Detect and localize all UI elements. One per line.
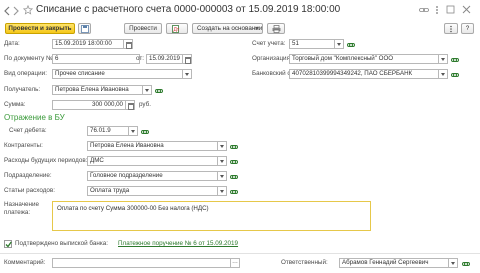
account-dropdown-icon[interactable]	[335, 39, 344, 49]
responsible-link-icon[interactable]	[461, 259, 470, 267]
organization-field[interactable]: Торговый дом "Комплексный" ООО	[289, 54, 439, 64]
calendar-icon[interactable]	[124, 39, 133, 49]
bank-confirmed-checkbox[interactable]	[4, 240, 12, 248]
purpose-label-line2: платежа:	[4, 209, 31, 216]
create-based-on-button[interactable]: Создать на основании	[192, 23, 263, 34]
help-button[interactable]: ?	[461, 23, 474, 34]
print-button[interactable]	[267, 23, 285, 34]
operation-type-dropdown-icon[interactable]	[183, 69, 192, 79]
organization-label: Организация:	[252, 55, 292, 62]
bank-account-link-icon[interactable]	[450, 70, 459, 78]
close-icon[interactable]	[462, 5, 471, 14]
favorite-star-icon[interactable]	[22, 4, 34, 15]
division-dropdown-icon[interactable]	[218, 171, 227, 181]
doc-date-label: от:	[136, 55, 144, 62]
division-label: Подразделение:	[4, 172, 52, 179]
recipient-dropdown-icon[interactable]	[143, 85, 152, 95]
save-button[interactable]	[78, 23, 91, 34]
purpose-label-line1: Назначение	[4, 201, 39, 208]
date-field[interactable]: 15.09.2019 18:00:00	[52, 39, 124, 49]
future-expenses-dropdown-icon[interactable]	[218, 156, 227, 166]
future-expenses-field[interactable]: ДМС	[87, 156, 218, 166]
debit-account-link-icon[interactable]	[140, 127, 149, 135]
create-based-on-label: Создать на основании	[197, 25, 263, 32]
sum-field[interactable]: 300 000,00	[52, 100, 126, 110]
division-field[interactable]: Головное подразделение	[87, 171, 218, 181]
svg-text:Дт: Дт	[174, 27, 180, 33]
recipient-field[interactable]: Петрова Елена Ивановна	[52, 85, 143, 95]
comment-edit-icon[interactable]: …	[231, 258, 240, 268]
responsible-dropdown-icon[interactable]	[449, 258, 458, 268]
more-menu-icon[interactable]	[434, 5, 440, 15]
more-vertical-icon	[450, 25, 452, 33]
operation-type-field[interactable]: Прочее списание	[52, 69, 183, 79]
post-button[interactable]: Провести	[124, 23, 162, 34]
comment-label: Комментарий:	[4, 259, 46, 266]
account-link-icon[interactable]	[346, 40, 355, 48]
organization-dropdown-icon[interactable]	[439, 54, 448, 64]
back-arrow-icon[interactable]	[3, 6, 11, 16]
journal-icon-button[interactable]: Дт	[166, 23, 188, 34]
payment-order-link[interactable]: Платежное поручение № 6 от 15.09.2019	[118, 239, 238, 249]
account-field[interactable]: 51	[289, 39, 335, 49]
counterparties-link-icon[interactable]	[229, 142, 238, 150]
section-title-bu: Отражение в БУ	[4, 113, 65, 122]
currency-label: руб.	[139, 101, 152, 108]
recipient-label: Получатель:	[4, 86, 41, 93]
sum-label: Сумма:	[4, 101, 26, 108]
organization-link-icon[interactable]	[450, 55, 459, 63]
counterparties-field[interactable]: Петрова Елена Ивановна	[87, 141, 218, 151]
debit-account-field[interactable]: 76.01.9	[87, 126, 129, 136]
bank-account-dropdown-icon[interactable]	[439, 69, 448, 79]
debit-account-dropdown-icon[interactable]	[129, 126, 138, 136]
counterparties-dropdown-icon[interactable]	[218, 141, 227, 151]
account-label: Счет учета:	[252, 40, 286, 47]
doc-number-field[interactable]: 6	[52, 54, 140, 64]
doc-date-field[interactable]: 15.09.2019	[146, 54, 183, 64]
doc-number-label: По документу №:	[4, 55, 55, 62]
bank-account-field[interactable]: 40702810399994349242, ПАО СБЕРБАНК	[289, 69, 439, 79]
doc-date-calendar-icon[interactable]	[183, 54, 192, 64]
save-icon	[80, 25, 89, 33]
debit-account-label: Счет дебета:	[9, 127, 47, 134]
checkmark-icon	[5, 241, 12, 248]
operation-type-label: Вид операции:	[4, 70, 47, 77]
journal-icon: Дт	[172, 25, 180, 33]
expense-items-field[interactable]: Оплата труда	[87, 186, 218, 196]
division-link-icon[interactable]	[229, 172, 238, 180]
expense-items-label: Статьи расходов:	[4, 187, 56, 194]
future-expenses-link-icon[interactable]	[229, 157, 238, 165]
footer-divider	[0, 253, 480, 254]
calculator-icon[interactable]	[126, 100, 135, 110]
maximize-icon[interactable]	[446, 5, 455, 14]
more-actions-button[interactable]	[444, 23, 458, 34]
forward-arrow-icon[interactable]	[12, 6, 20, 16]
expense-items-link-icon[interactable]	[229, 187, 238, 195]
link-icon[interactable]	[419, 6, 429, 14]
chevron-down-icon	[255, 27, 259, 30]
date-label: Дата:	[4, 40, 20, 47]
comment-field[interactable]	[52, 258, 231, 268]
purpose-textarea[interactable]: Оплата по счету Сумма 300000-00 Без нало…	[52, 201, 371, 231]
page-title: Списание с расчетного счета 0000-000003 …	[36, 4, 341, 15]
future-expenses-label: Расходы будущих периодов:	[4, 157, 88, 164]
expense-items-dropdown-icon[interactable]	[218, 186, 227, 196]
bank-confirmed-label: Подтверждено выпиской банка:	[15, 240, 108, 247]
responsible-field[interactable]: Абрамов Геннадий Сергеевич	[339, 258, 449, 268]
post-and-close-button[interactable]: Провести и закрыть	[5, 23, 75, 34]
printer-icon	[272, 25, 280, 33]
counterparties-label: Контрагенты:	[4, 142, 43, 149]
recipient-link-icon[interactable]	[154, 86, 163, 94]
responsible-label: Ответственный:	[281, 259, 328, 266]
